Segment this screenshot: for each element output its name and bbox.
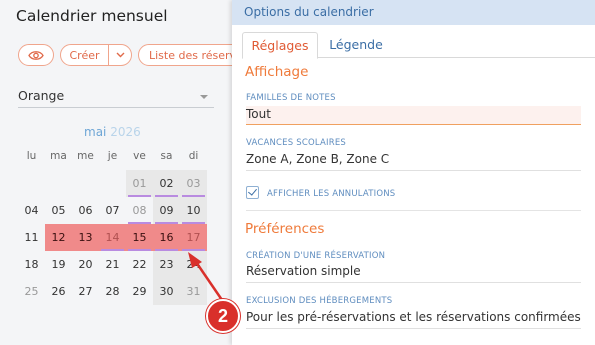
week-row: 01 02 03 (18, 170, 207, 197)
day-cell[interactable]: 09 (153, 197, 180, 224)
day-cell[interactable]: 02 (153, 170, 180, 197)
booking-creation-label: CRÉATION D'UNE RÉSERVATION (246, 251, 386, 261)
day-cell[interactable]: 06 (72, 197, 99, 224)
day-cell[interactable]: 07 (99, 197, 126, 224)
view-toggle-button[interactable] (18, 44, 54, 66)
empty-day-cell (45, 170, 72, 197)
day-cell[interactable]: 17 (180, 224, 207, 251)
day-cell[interactable]: 08 (126, 197, 153, 224)
create-button[interactable]: Créer (61, 45, 109, 65)
month-heading: mai 2026 (84, 125, 141, 139)
month-year: 2026 (110, 125, 141, 139)
show-cancellations-label[interactable]: AFFICHER LES ANNULATIONS (267, 189, 395, 199)
eye-icon (28, 50, 44, 60)
day-cell[interactable]: 15 (126, 224, 153, 251)
day-cell[interactable]: 01 (126, 170, 153, 197)
day-cell[interactable]: 16 (153, 224, 180, 251)
preferences-section-title: Préférences (245, 221, 325, 237)
day-cell[interactable]: 20 (72, 251, 99, 278)
day-cell[interactable]: 28 (99, 278, 126, 305)
create-button-group: Créer (60, 44, 132, 66)
page-title: Calendrier mensuel (16, 7, 168, 25)
panel-tabs: Réglages Légende (242, 32, 595, 59)
day-cell[interactable]: 19 (45, 251, 72, 278)
tab-settings[interactable]: Réglages (242, 32, 318, 59)
lodging-exclusion-label: EXCLUSION DES HÉBERGEMENTS (246, 296, 393, 306)
day-cell[interactable]: 03 (180, 170, 207, 197)
weekday-label: ma (50, 150, 67, 162)
month-grid: lu ma me je ve sa di 01 02 03 04 05 06 07 08 09 10 11 12 1… (18, 150, 207, 305)
weekday-label: lu (26, 150, 37, 162)
calendar-view: Calendrier mensuel Créer Liste des réser… (0, 0, 268, 345)
day-cell[interactable]: 25 (18, 278, 45, 305)
weekday-label: sa (160, 150, 173, 162)
day-cell[interactable]: 26 (45, 278, 72, 305)
weekday-label: je (107, 150, 118, 162)
day-cell[interactable]: 12 (45, 224, 72, 251)
toolbar: Créer Liste des réservations (18, 44, 268, 66)
day-cell[interactable]: 27 (72, 278, 99, 305)
day-cell[interactable]: 13 (72, 224, 99, 251)
day-cell[interactable]: 23 (153, 251, 180, 278)
day-cell[interactable]: 21 (99, 251, 126, 278)
step-badge: 2 (206, 299, 240, 333)
note-families-label: FAMILLES DE NOTES (246, 93, 336, 103)
day-cell[interactable]: 22 (126, 251, 153, 278)
day-cell[interactable]: 31 (180, 278, 207, 305)
note-families-field[interactable]: Tout (246, 106, 581, 125)
create-menu-button[interactable] (109, 45, 131, 65)
week-row: 25 26 27 28 29 30 31 (18, 278, 207, 305)
day-cell[interactable]: 29 (126, 278, 153, 305)
filter-select[interactable]: Orange (18, 86, 214, 108)
caret-down-icon (200, 95, 208, 99)
weekday-label: di (188, 150, 199, 162)
school-holidays-label: VACANCES SCOLAIRES (246, 138, 346, 148)
panel-title: Options du calendrier (232, 0, 595, 25)
day-cell[interactable]: 05 (45, 197, 72, 224)
empty-day-cell (18, 170, 45, 197)
day-cell[interactable]: 24 (180, 251, 207, 278)
empty-day-cell (72, 170, 99, 197)
day-cell[interactable]: 30 (153, 278, 180, 305)
day-cell[interactable]: 10 (180, 197, 207, 224)
weekday-label: ve (133, 150, 146, 162)
weekday-header: lu ma me je ve sa di (18, 150, 207, 170)
calendar-options-panel: Options du calendrier Réglages Légende A… (232, 0, 595, 345)
lodging-exclusion-field[interactable]: Pour les pré-réservations et les réserva… (246, 310, 581, 329)
display-section-title: Affichage (245, 64, 309, 80)
empty-day-cell (99, 170, 126, 197)
filter-select-value: Orange (18, 88, 65, 103)
divider (246, 210, 581, 211)
week-row: 18 19 20 21 22 23 24 (18, 251, 207, 278)
day-cell[interactable]: 18 (18, 251, 45, 278)
booking-creation-field[interactable]: Réservation simple (246, 264, 581, 283)
show-cancellations-checkbox[interactable] (246, 186, 259, 199)
day-cell[interactable]: 04 (18, 197, 45, 224)
tab-legend[interactable]: Légende (326, 32, 386, 59)
week-row: 04 05 06 07 08 09 10 (18, 197, 207, 224)
day-cell[interactable]: 14 (99, 224, 126, 251)
weekday-label: me (77, 150, 94, 162)
week-row: 11 12 13 14 15 16 17 (18, 224, 207, 251)
day-cell[interactable]: 11 (18, 224, 45, 251)
school-holidays-field[interactable]: Zone A, Zone B, Zone C (246, 152, 581, 171)
chevron-down-icon (116, 52, 124, 58)
month-name: mai (84, 125, 107, 139)
